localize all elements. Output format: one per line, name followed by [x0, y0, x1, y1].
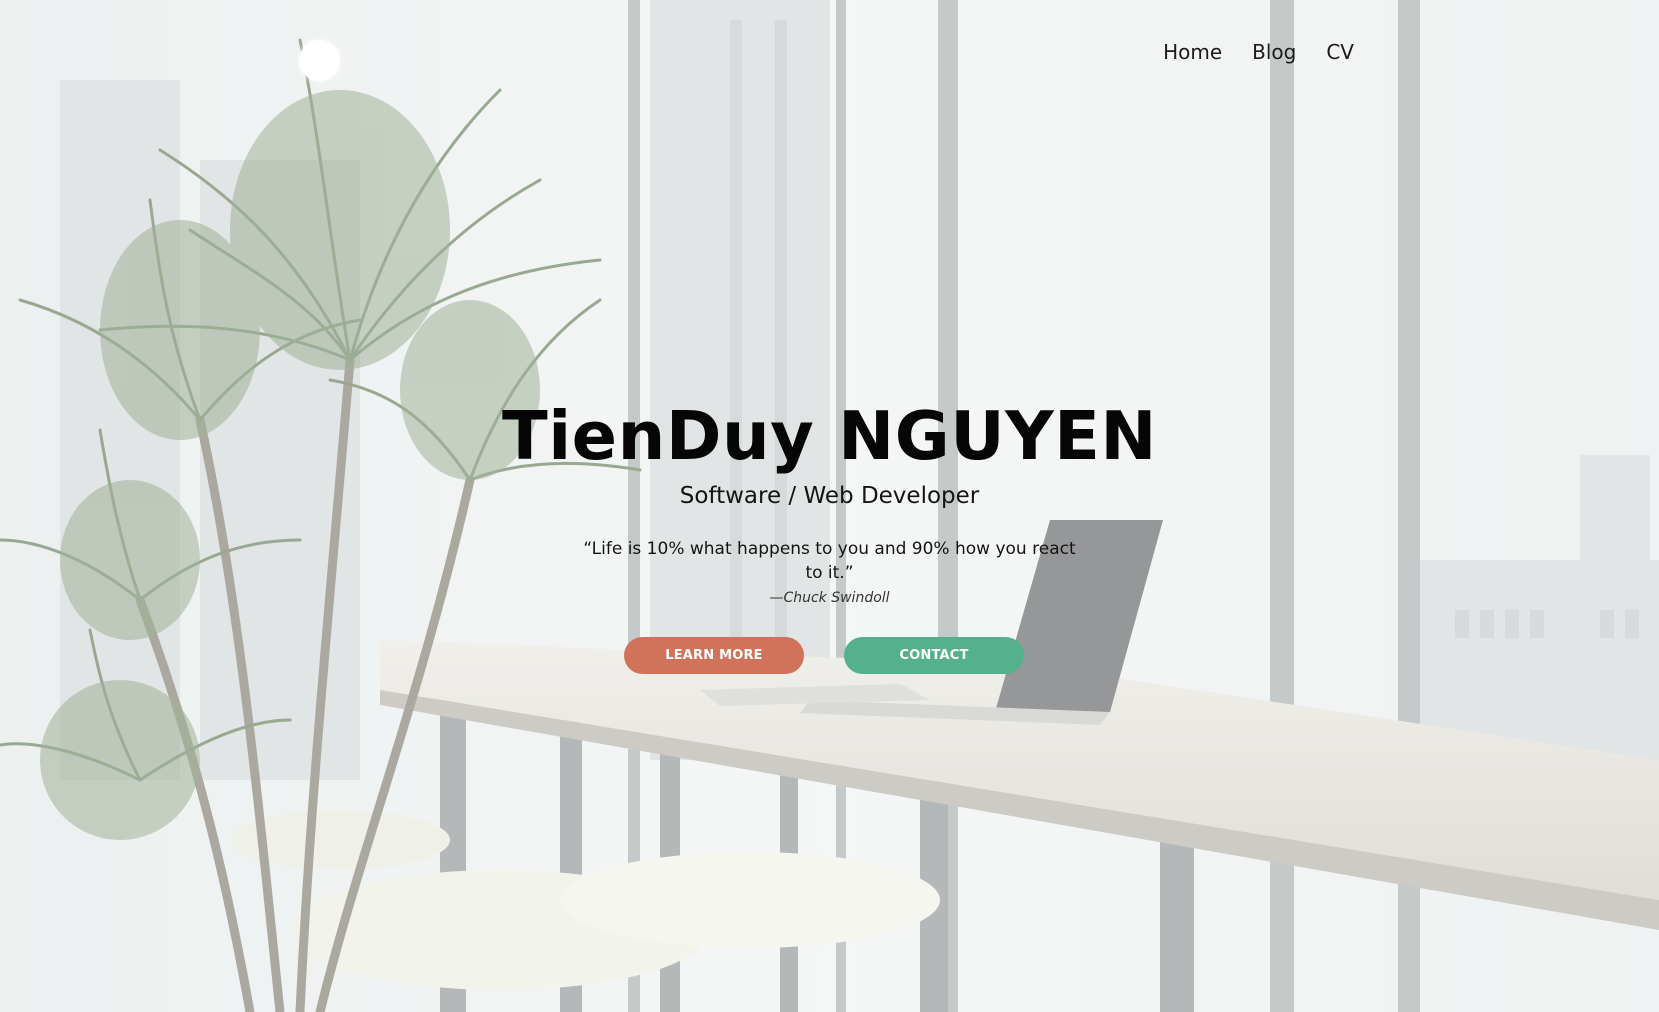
main-nav: Home Blog CV [1163, 38, 1354, 66]
nav-home-link[interactable]: Home [1163, 38, 1222, 66]
nav-cv-link[interactable]: CV [1326, 38, 1354, 66]
nav-blog-link[interactable]: Blog [1252, 38, 1296, 66]
hero-role: Software / Web Developer [679, 483, 980, 509]
hero-quote: “Life is 10% what happens to you and 90%… [583, 539, 1076, 583]
learn-more-button[interactable]: LEARN MORE [624, 637, 804, 674]
hero-quote-author: —Chuck Swindoll [769, 590, 890, 606]
hero-name: TienDuy NGUYEN [502, 397, 1157, 475]
contact-button[interactable]: CONTACT [844, 637, 1024, 674]
hero-content: TienDuy NGUYEN Software / Web Developer … [0, 395, 1659, 608]
site-logo[interactable] [299, 40, 340, 81]
